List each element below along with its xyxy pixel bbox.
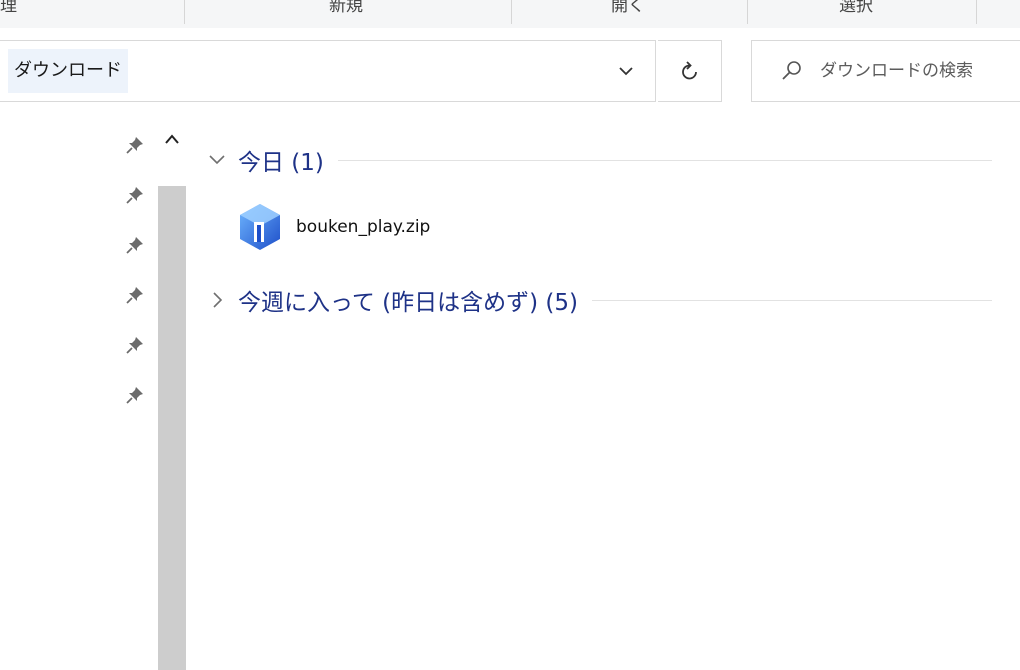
ribbon-group-open: 開く: [611, 0, 645, 16]
chevron-down-icon: [209, 155, 225, 165]
ribbon-group-select: 選択: [839, 0, 873, 16]
address-history-dropdown[interactable]: [598, 41, 654, 101]
ribbon-separator: [747, 0, 748, 24]
pin-icon[interactable]: [124, 184, 146, 206]
group-title: 今日 (1): [238, 150, 324, 176]
chevron-right-icon: [213, 292, 223, 308]
ribbon-separator: [184, 0, 185, 24]
file-list-pane: 今日 (1) bouken_play.zip 今週に入って (昨日は含めず) (…: [190, 116, 1020, 670]
pin-icon[interactable]: [124, 334, 146, 356]
group-header-today[interactable]: 今日 (1): [208, 142, 992, 178]
search-box[interactable]: [751, 40, 1020, 102]
address-bar[interactable]: ダウンロード: [0, 40, 656, 102]
refresh-icon: [681, 61, 697, 80]
group-title: 今週に入って (昨日は含めず) (5): [238, 290, 578, 316]
pin-icon[interactable]: [124, 234, 146, 256]
ribbon-group-new: 新規: [329, 0, 363, 16]
ribbon-separator: [511, 0, 512, 24]
chevron-up-icon: [165, 134, 179, 144]
navigation-pane: [0, 116, 190, 670]
address-row: ダウンロード: [0, 28, 1020, 116]
group-header-this-week[interactable]: 今週に入って (昨日は含めず) (5): [208, 282, 992, 318]
ribbon-separator: [976, 0, 977, 24]
zip-app-icon: [240, 204, 280, 250]
ribbon-group-organize: 理: [0, 0, 17, 16]
pin-icon[interactable]: [124, 134, 146, 156]
group-divider: [592, 299, 992, 301]
refresh-button[interactable]: [658, 40, 722, 102]
search-input[interactable]: [820, 41, 1018, 101]
scrollbar-up-button[interactable]: [159, 126, 185, 152]
chevron-down-icon: [619, 67, 633, 76]
pin-icon[interactable]: [124, 384, 146, 406]
file-item[interactable]: bouken_play.zip: [234, 194, 438, 260]
ribbon-group-labels: 理 新規 開く 選択: [0, 0, 1020, 29]
search-icon: [782, 61, 801, 80]
group-divider: [337, 159, 992, 161]
breadcrumb-downloads[interactable]: ダウンロード: [8, 49, 128, 93]
scrollbar-thumb[interactable]: [158, 186, 186, 670]
file-name: bouken_play.zip: [296, 217, 431, 237]
pin-icon[interactable]: [124, 284, 146, 306]
